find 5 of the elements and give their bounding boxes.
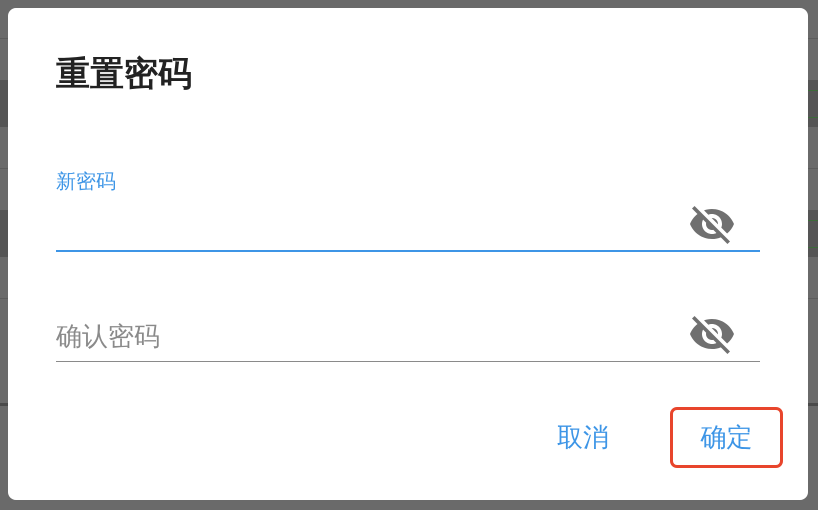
dialog-button[interactable]: 确定 xyxy=(670,407,783,468)
dialog-title: 重置密码 xyxy=(56,54,193,94)
dialog-button[interactable]: 取消 xyxy=(543,407,623,468)
field-label: 新密码 xyxy=(56,170,117,194)
password-field[interactable]: 确认密码 xyxy=(56,304,760,362)
